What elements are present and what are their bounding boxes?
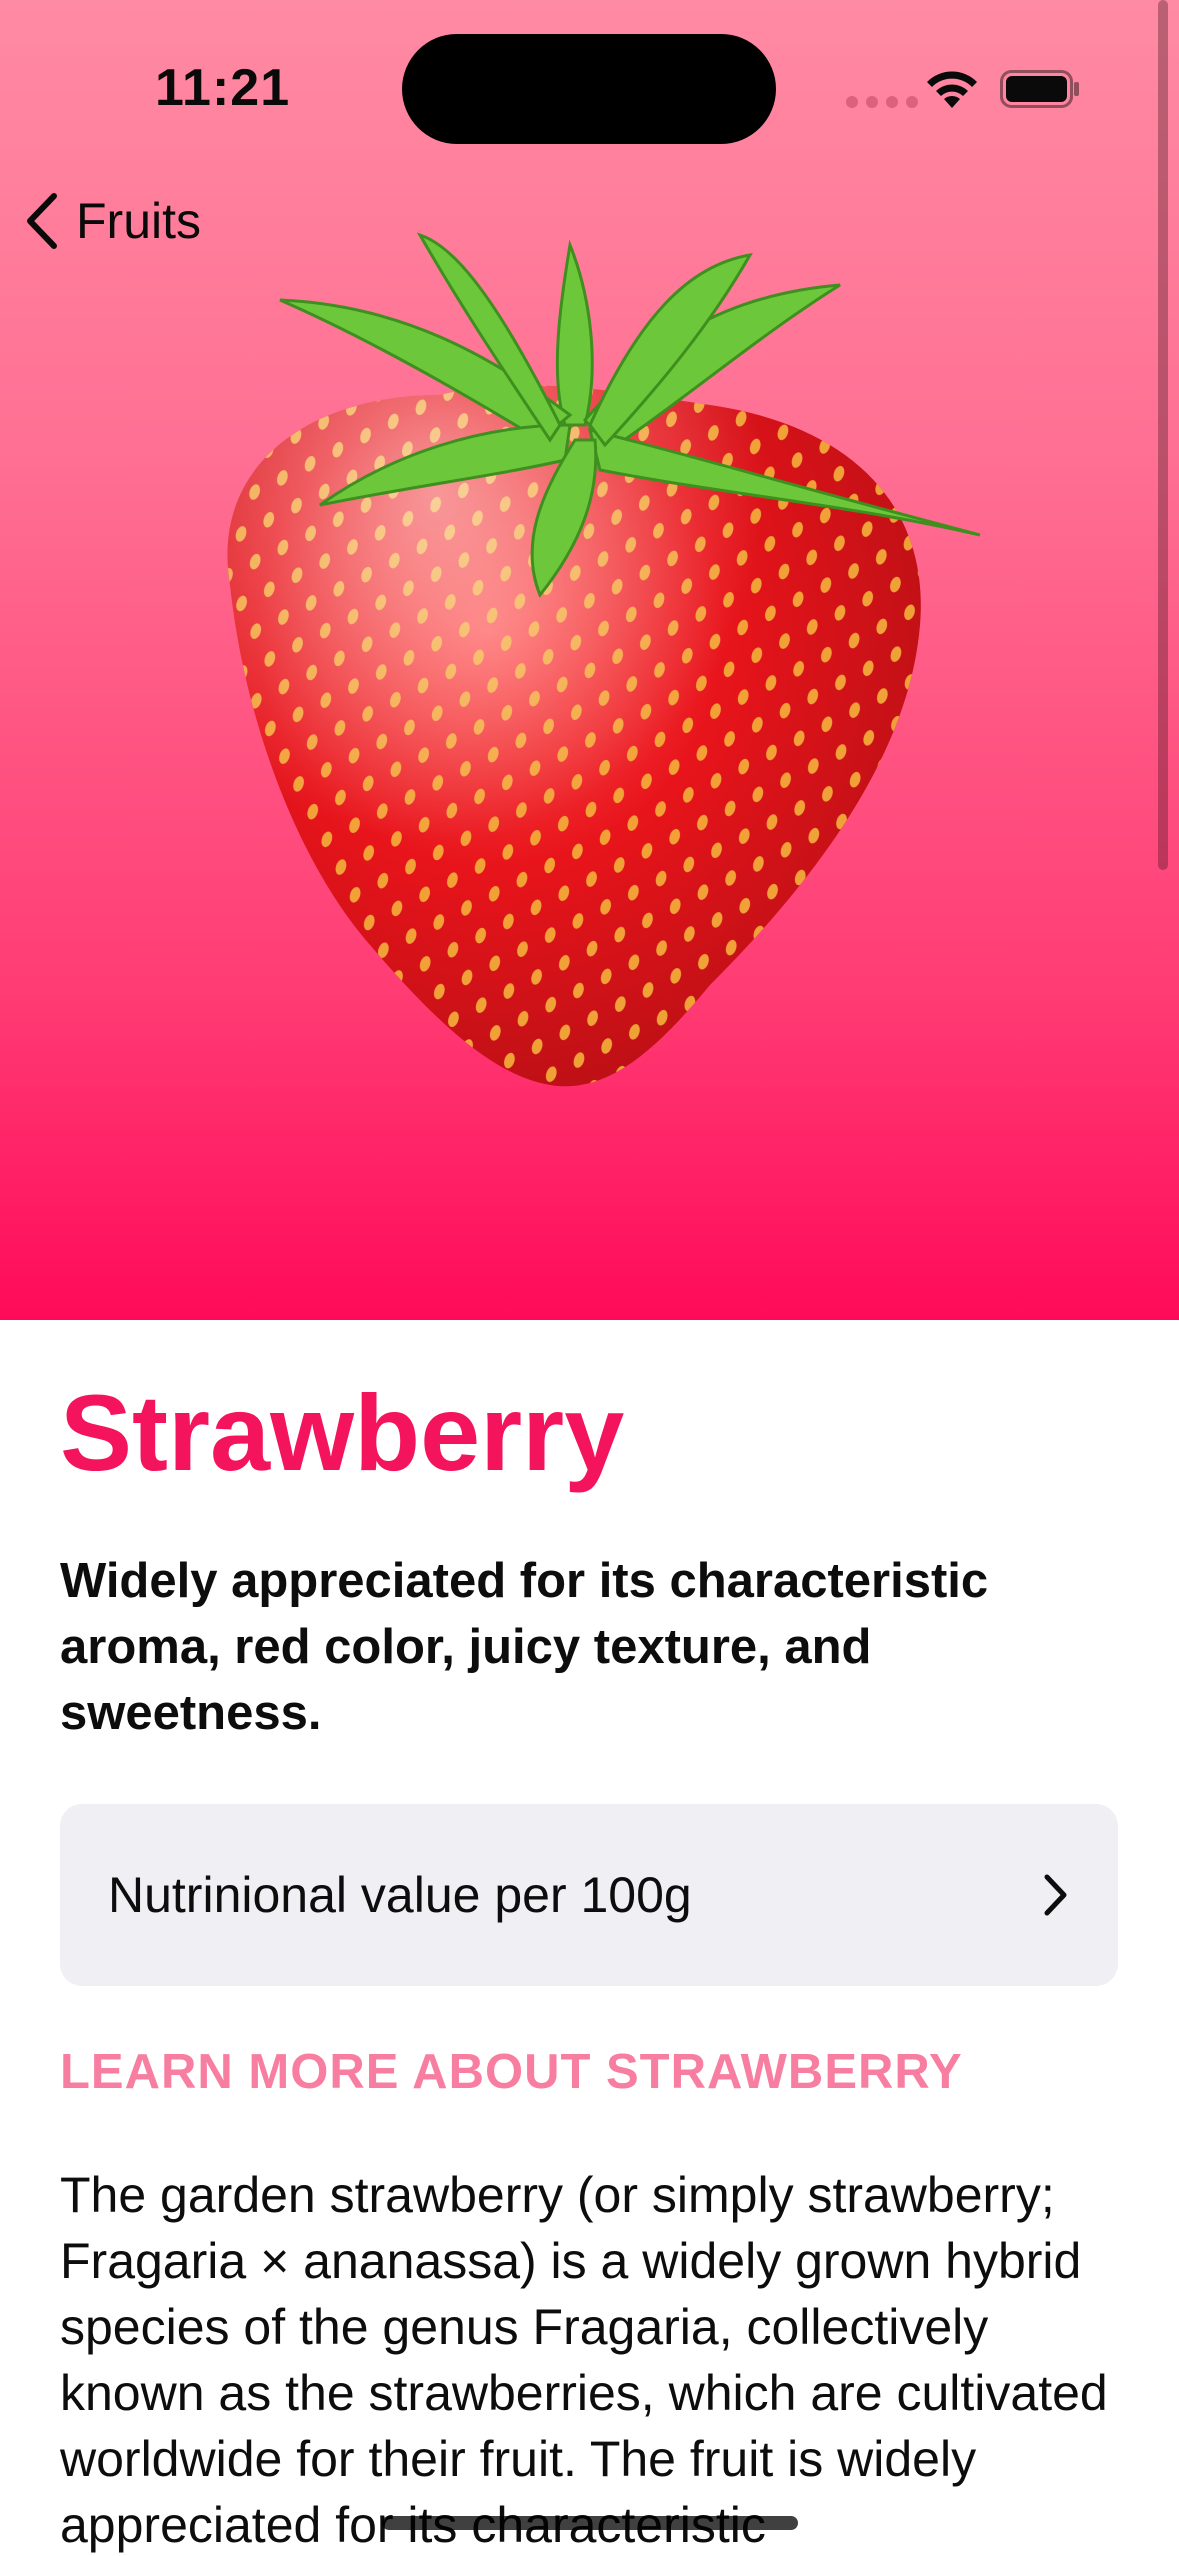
nutrition-row-label: Nutrinional value per 100g	[108, 1867, 692, 1923]
hero-header: 11:21 Fruits	[0, 0, 1179, 1320]
chevron-right-icon	[1044, 1874, 1067, 1916]
back-button[interactable]: Fruits	[22, 190, 201, 252]
battery-icon	[1000, 70, 1079, 108]
dynamic-island	[402, 34, 776, 144]
back-label: Fruits	[76, 193, 201, 249]
fruit-description: The garden strawberry (or simply strawbe…	[60, 2167, 1108, 2553]
scroll-indicator[interactable]	[1158, 0, 1168, 870]
strawberry-image	[227, 232, 981, 1087]
fruit-title: Strawberry	[60, 1372, 625, 1493]
cellular-signal-icon	[846, 96, 918, 108]
fruit-detail-screen: 11:21 Fruits Strawberry Widely appreciat…	[0, 0, 1179, 2556]
status-time: 11:21	[155, 59, 291, 117]
wifi-icon	[927, 71, 977, 108]
nutrition-value-row[interactable]: Nutrinional value per 100g	[60, 1804, 1118, 1986]
learn-more-heading: LEARN MORE ABOUT STRAWBERRY	[60, 2045, 963, 2099]
home-indicator[interactable]	[382, 2516, 798, 2530]
chevron-left-icon	[27, 193, 57, 249]
fruit-headline: Widely appreciated for its characteristi…	[60, 1554, 989, 1740]
